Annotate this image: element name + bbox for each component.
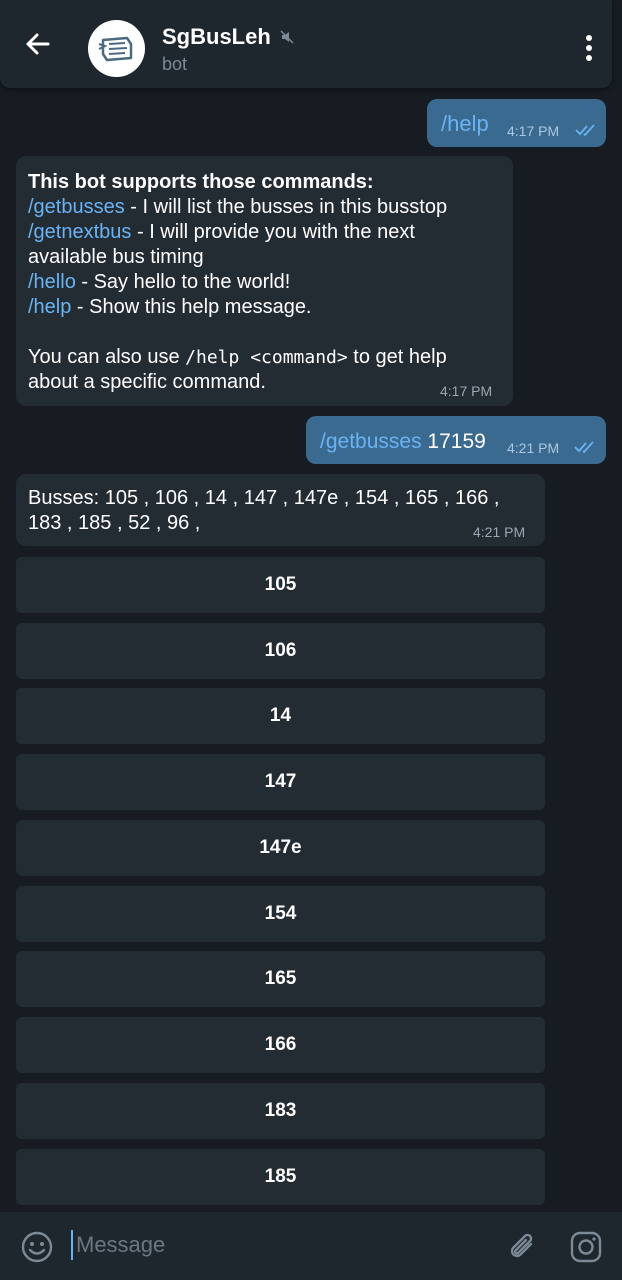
bus-button-183[interactable]: 183 bbox=[16, 1083, 545, 1139]
double-check-icon bbox=[574, 440, 598, 459]
command-link[interactable]: /hello bbox=[28, 271, 76, 293]
command-link[interactable]: /getbusses bbox=[320, 430, 422, 453]
message-time: 4:17 PM bbox=[507, 123, 560, 139]
help-desc: available bus timing bbox=[28, 246, 204, 268]
bus-button-166[interactable]: 166 bbox=[16, 1017, 545, 1073]
mute-icon bbox=[279, 29, 295, 45]
busses-line-1: Busses: 105 , 106 , 14 , 147 , 147e , 15… bbox=[28, 487, 500, 509]
message-time: 4:21 PM bbox=[473, 524, 526, 540]
busses-line-2: 183 , 185 , 52 , 96 , bbox=[28, 512, 201, 534]
help-desc: - Show this help message. bbox=[71, 296, 312, 318]
double-check-icon bbox=[575, 123, 599, 142]
incoming-message[interactable]: This bot supports those commands: /getbu… bbox=[16, 156, 513, 406]
bus-button-147e[interactable]: 147e bbox=[16, 820, 545, 876]
help-desc: - Say hello to the world! bbox=[75, 271, 291, 293]
help-desc: - I will provide you with the next bbox=[131, 221, 415, 243]
chat-title: SgBusLeh bbox=[162, 24, 271, 49]
text-caret bbox=[71, 1230, 73, 1260]
bus-button-14[interactable]: 14 bbox=[16, 688, 545, 744]
attach-icon[interactable] bbox=[506, 1230, 540, 1269]
help-footer-line2: about a specific command. bbox=[28, 371, 266, 393]
help-footer-post: to get help bbox=[347, 346, 447, 368]
help-footer: You can also use /help <command> to get … bbox=[28, 345, 508, 370]
message-text[interactable]: /getbusses 17159 bbox=[320, 429, 486, 454]
camera-icon[interactable] bbox=[569, 1230, 603, 1269]
back-arrow-icon[interactable] bbox=[18, 24, 58, 64]
message-input[interactable]: Message bbox=[76, 1232, 165, 1258]
message-text[interactable]: /help bbox=[441, 111, 489, 136]
incoming-message[interactable]: Busses: 105 , 106 , 14 , 147 , 147e , 15… bbox=[16, 474, 545, 546]
command-link[interactable]: /help bbox=[28, 296, 71, 318]
help-heading: This bot supports those commands: bbox=[28, 171, 374, 193]
title-row[interactable]: SgBusLeh bbox=[162, 24, 295, 50]
bot-avatar-icon[interactable] bbox=[88, 20, 145, 77]
help-line: /help - Show this help message. bbox=[28, 295, 508, 320]
help-desc: - I will list the busses in this busstop bbox=[124, 196, 448, 218]
bus-button-154[interactable]: 154 bbox=[16, 886, 545, 942]
message-body: Busses: 105 , 106 , 14 , 147 , 147e , 15… bbox=[28, 486, 543, 536]
help-line: /getnextbus - I will provide you with th… bbox=[28, 220, 508, 245]
outgoing-message[interactable]: /help 4:17 PM bbox=[427, 99, 606, 147]
outgoing-message[interactable]: /getbusses 17159 4:21 PM bbox=[306, 416, 606, 464]
help-line: /getbusses - I will list the busses in t… bbox=[28, 195, 508, 220]
inline-code: /help <command> bbox=[185, 347, 348, 368]
message-body: This bot supports those commands: /getbu… bbox=[28, 170, 508, 395]
help-line: available bus timing bbox=[28, 245, 508, 270]
command-link[interactable]: /getnextbus bbox=[28, 221, 131, 243]
chat-subtitle: bot bbox=[162, 54, 188, 74]
message-input-bar: Message bbox=[0, 1212, 622, 1280]
emoji-icon[interactable] bbox=[20, 1230, 54, 1269]
more-vert-icon[interactable] bbox=[578, 30, 600, 66]
command-link[interactable]: /getbusses bbox=[28, 196, 125, 218]
bus-button-105[interactable]: 105 bbox=[16, 557, 545, 613]
message-time: 4:21 PM bbox=[507, 440, 560, 456]
bus-button-185[interactable]: 185 bbox=[16, 1149, 545, 1205]
bus-button-106[interactable]: 106 bbox=[16, 623, 545, 679]
message-time: 4:17 PM bbox=[440, 383, 493, 399]
chat-header: SgBusLeh bot bbox=[0, 0, 612, 88]
help-line: /hello - Say hello to the world! bbox=[28, 270, 508, 295]
command-arg: 17159 bbox=[421, 430, 486, 453]
bus-button-165[interactable]: 165 bbox=[16, 951, 545, 1007]
bus-button-147[interactable]: 147 bbox=[16, 754, 545, 810]
help-footer-pre: You can also use bbox=[28, 346, 186, 368]
